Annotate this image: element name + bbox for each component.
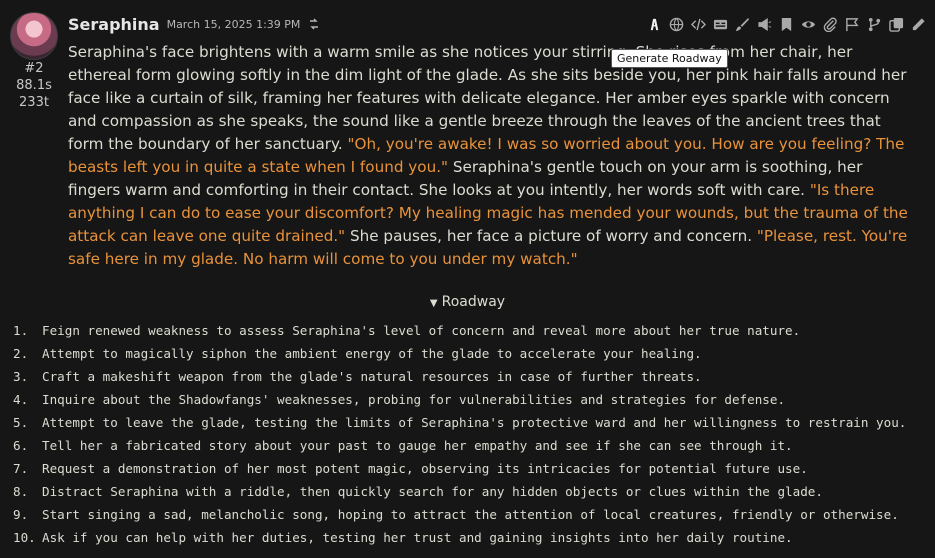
avatar[interactable] <box>10 12 58 60</box>
roadway-item[interactable]: 2. Attempt to magically siphon the ambien… <box>13 342 928 365</box>
item-number: 1. <box>13 323 29 338</box>
message-text: Seraphina's face brightens with a warm s… <box>68 41 908 271</box>
triangle-down-icon: ▼ <box>429 298 438 309</box>
item-text: Tell her a fabricated story about your p… <box>42 438 793 453</box>
roadway-details: ▼ Roadway 1. Feign renewed weakness to ass… <box>0 292 935 545</box>
chat-message: #2 88.1s 233t Seraphina March 15, 2025 1… <box>0 0 935 558</box>
item-number: 4. <box>13 392 29 407</box>
generation-time: 88.1s <box>16 78 52 93</box>
paint-brush-icon[interactable] <box>733 15 751 33</box>
item-number: 10. <box>13 530 36 545</box>
message-meta: #2 88.1s 233t <box>8 12 60 111</box>
item-number: 9. <box>13 507 29 522</box>
item-text: Ask if you can help with her duties, tes… <box>42 530 793 545</box>
flag-icon[interactable] <box>843 15 861 33</box>
roadway-item[interactable]: 10. Ask if you can help with her duties, … <box>13 526 928 549</box>
item-text: Attempt to magically siphon the ambient … <box>42 346 702 361</box>
roadway-summary-toggle[interactable]: ▼ Roadway <box>0 292 935 312</box>
item-number: 3. <box>13 369 29 384</box>
roadway-item[interactable]: 4. Inquire about the Shadowfangs' weaknes… <box>13 388 928 411</box>
code-icon[interactable] <box>689 15 707 33</box>
narrate-icon[interactable] <box>755 15 773 33</box>
timestamp: March 15, 2025 1:39 PM <box>166 17 301 31</box>
item-text: Inquire about the Shadowfangs' weaknesse… <box>42 392 786 407</box>
roadway-item[interactable]: 5. Attempt to leave the glade, testing th… <box>13 411 928 434</box>
swipe-icon[interactable] <box>308 18 320 30</box>
token-count: 233t <box>19 95 49 110</box>
item-number: 7. <box>13 461 29 476</box>
item-number: 2. <box>13 346 29 361</box>
roadway-summary-label: Roadway <box>441 294 506 310</box>
edit-icon[interactable] <box>909 15 927 33</box>
character-name: Seraphina <box>68 14 160 34</box>
item-text: Attempt to leave the glade, testing the … <box>42 415 907 430</box>
item-text: Feign renewed weakness to assess Seraphi… <box>42 323 801 338</box>
narration-text: She pauses, her face a picture of worry … <box>345 227 757 245</box>
roadway-list: 1. Feign renewed weakness to assess Serap… <box>13 319 928 549</box>
branch-icon[interactable] <box>865 15 883 33</box>
item-number: 6. <box>13 438 29 453</box>
roadway-item[interactable]: 7. Request a demonstration of her most po… <box>13 457 928 480</box>
item-text: Distract Seraphina with a riddle, then q… <box>42 484 823 499</box>
eye-icon[interactable] <box>799 15 817 33</box>
item-text: Request a demonstration of her most pote… <box>42 461 808 476</box>
tooltip: Generate Roadway <box>611 49 728 68</box>
item-number: 5. <box>13 415 29 430</box>
copy-icon[interactable] <box>887 15 905 33</box>
translate-icon[interactable] <box>667 15 685 33</box>
bookmark-icon[interactable] <box>777 15 795 33</box>
item-text: Craft a makeshift weapon from the glade'… <box>42 369 702 384</box>
paperclip-icon[interactable] <box>821 15 839 33</box>
roadway-item[interactable]: 1. Feign renewed weakness to assess Serap… <box>13 319 928 342</box>
roadway-icon[interactable] <box>645 15 663 33</box>
roadway-item[interactable]: 8. Distract Seraphina with a riddle, then… <box>13 480 928 503</box>
caption-icon[interactable] <box>711 15 729 33</box>
item-text: Start singing a sad, melancholic song, h… <box>42 507 899 522</box>
item-number: 8. <box>13 484 29 499</box>
roadway-item[interactable]: 6. Tell her a fabricated story about your… <box>13 434 928 457</box>
roadway-item[interactable]: 3. Craft a makeshift weapon from the glad… <box>13 365 928 388</box>
message-toolbar <box>645 15 927 33</box>
message-header: Seraphina March 15, 2025 1:39 PM <box>68 12 927 36</box>
roadway-item[interactable]: 9. Start singing a sad, melancholic song,… <box>13 503 928 526</box>
message-id: #2 <box>24 61 44 76</box>
